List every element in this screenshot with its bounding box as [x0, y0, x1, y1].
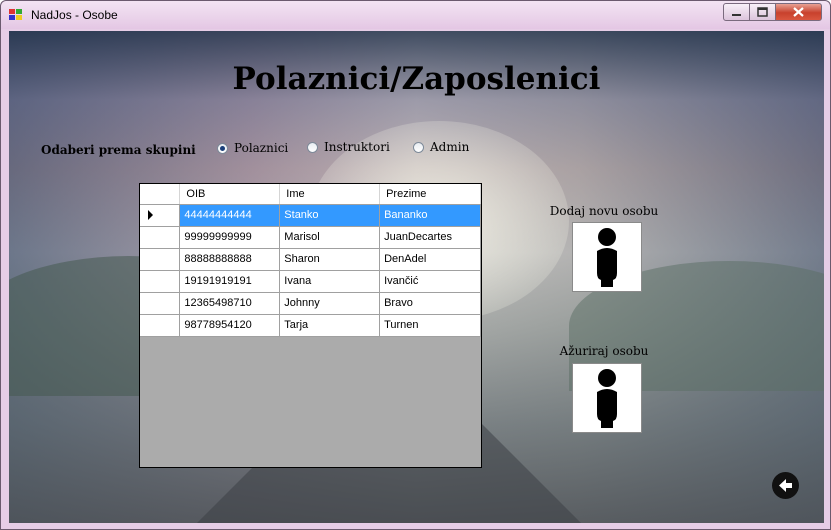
current-row-icon — [148, 210, 153, 221]
cell-oib[interactable]: 88888888888 — [179, 248, 281, 271]
back-arrow-icon — [779, 479, 792, 492]
radio-indicator[interactable] — [307, 141, 318, 153]
back-button[interactable] — [772, 472, 799, 499]
column-header-ime[interactable]: Ime — [279, 184, 381, 205]
radio-indicator[interactable] — [217, 142, 228, 154]
row-header[interactable] — [140, 226, 181, 249]
cell-prezime[interactable]: JuanDecartes — [379, 226, 481, 249]
cell-oib[interactable]: 12365498710 — [179, 292, 281, 315]
row-header[interactable] — [140, 314, 181, 337]
add-person-button[interactable] — [572, 222, 642, 292]
row-header-corner — [140, 184, 181, 205]
people-table: OIB Ime Prezime 44444444444 Stanko Banan… — [140, 184, 481, 337]
app-window: NadJos - Osobe Polaznici/Zaposlenici Oda… — [0, 0, 831, 530]
table-row[interactable]: 19191919191 Ivana Ivančić — [140, 270, 481, 293]
column-header-prezime[interactable]: Prezime — [379, 184, 481, 205]
minimize-icon — [732, 14, 741, 16]
cell-ime[interactable]: Johnny — [279, 292, 381, 315]
radio-label: Instruktori — [324, 140, 390, 154]
radio-instruktori[interactable]: Instruktori — [307, 140, 390, 154]
radio-label: Admin — [430, 140, 470, 154]
row-header[interactable] — [140, 292, 181, 315]
row-header[interactable] — [140, 204, 181, 227]
maximize-icon — [757, 7, 768, 17]
update-person-button[interactable] — [572, 363, 642, 433]
cell-ime[interactable]: Stanko — [279, 204, 381, 227]
radio-indicator[interactable] — [413, 141, 424, 153]
column-header-oib[interactable]: OIB — [179, 184, 281, 205]
cell-prezime[interactable]: Bravo — [379, 292, 481, 315]
cell-oib[interactable]: 44444444444 — [179, 204, 281, 227]
row-header[interactable] — [140, 248, 181, 271]
cell-prezime[interactable]: Turnen — [379, 314, 481, 337]
radio-polaznici[interactable]: Polaznici — [217, 141, 288, 155]
close-button[interactable] — [775, 3, 822, 21]
cell-ime[interactable]: Tarja — [279, 314, 381, 337]
close-icon — [793, 7, 804, 17]
cell-oib[interactable]: 99999999999 — [179, 226, 281, 249]
cell-prezime[interactable]: Ivančić — [379, 270, 481, 293]
table-row[interactable]: 98778954120 Tarja Turnen — [140, 314, 481, 337]
cell-oib[interactable]: 98778954120 — [179, 314, 281, 337]
grid-header-row: OIB Ime Prezime — [140, 184, 481, 205]
window-title: NadJos - Osobe — [31, 8, 118, 22]
person-icon — [597, 369, 617, 428]
cell-oib[interactable]: 19191919191 — [179, 270, 281, 293]
cell-ime[interactable]: Marisol — [279, 226, 381, 249]
cell-ime[interactable]: Sharon — [279, 248, 381, 271]
title-bar[interactable]: NadJos - Osobe — [1, 1, 830, 29]
table-row[interactable]: 99999999999 Marisol JuanDecartes — [140, 226, 481, 249]
table-row[interactable]: 44444444444 Stanko Bananko — [140, 204, 481, 227]
maximize-button[interactable] — [749, 3, 776, 21]
person-icon — [597, 228, 617, 287]
radio-admin[interactable]: Admin — [413, 140, 469, 154]
radio-label: Polaznici — [234, 141, 289, 155]
table-row[interactable]: 88888888888 Sharon DenAdel — [140, 248, 481, 271]
cell-prezime[interactable]: Bananko — [379, 204, 481, 227]
filter-label: Odaberi prema skupini — [41, 143, 196, 157]
add-person-label: Dodaj novu osobu — [549, 204, 659, 218]
client-area: Polaznici/Zaposlenici Odaberi prema skup… — [9, 31, 824, 523]
app-icon — [9, 9, 22, 20]
table-row[interactable]: 12365498710 Johnny Bravo — [140, 292, 481, 315]
cell-ime[interactable]: Ivana — [279, 270, 381, 293]
minimize-button[interactable] — [723, 3, 750, 21]
update-person-label: Ažuriraj osobu — [559, 344, 649, 358]
people-grid[interactable]: OIB Ime Prezime 44444444444 Stanko Banan… — [139, 183, 482, 468]
cell-prezime[interactable]: DenAdel — [379, 248, 481, 271]
page-title: Polaznici/Zaposlenici — [232, 61, 601, 97]
row-header[interactable] — [140, 270, 181, 293]
